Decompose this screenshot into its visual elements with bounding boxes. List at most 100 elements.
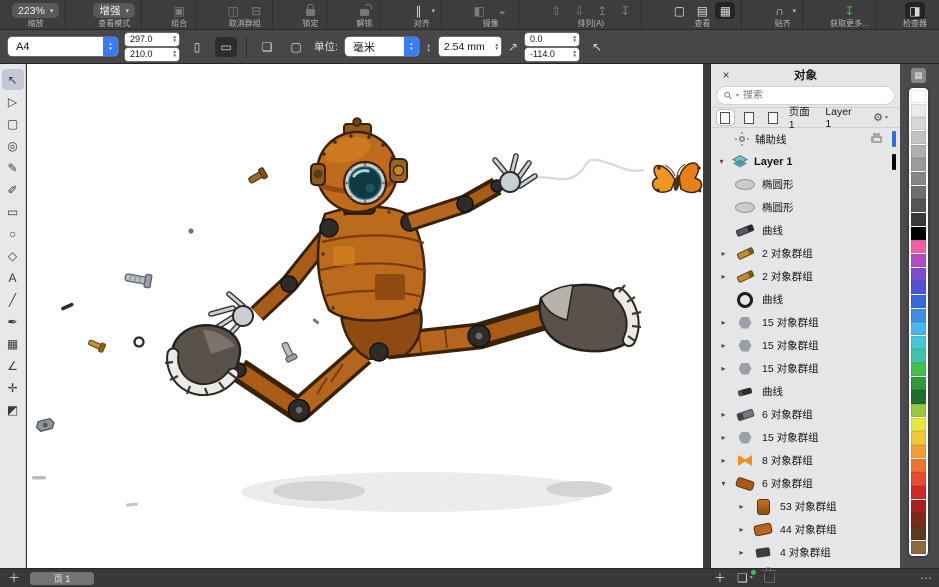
color-swatch[interactable] [911,472,926,486]
page-tab[interactable]: 页 1 [30,571,95,585]
pen-tool[interactable]: ✒ [2,311,24,332]
color-swatch[interactable] [911,212,926,227]
layer-color-chip[interactable] [892,153,896,170]
color-swatch[interactable] [911,308,926,322]
current-layer-label[interactable]: Layer 1 [825,106,860,130]
eyedropper-tool[interactable]: ✛ [2,377,24,398]
object-row[interactable]: ▸ 8 对象群组 [711,449,900,472]
current-page-label[interactable]: 页面 1 [789,104,819,131]
duplicate-y-field[interactable]: -114.0 ▲ ▼ [524,47,579,61]
zoom-level-dropdown[interactable]: 223% ▾ [12,3,60,18]
caret-down-icon[interactable]: ▾ [717,157,726,166]
dimension-tool[interactable]: ∠ [2,355,24,376]
color-swatch[interactable] [911,445,926,459]
freehand-tool[interactable]: ✎ [2,157,24,178]
caret-right-icon[interactable]: ▸ [719,249,728,258]
artistic-media-tool[interactable]: ✐ [2,179,24,200]
treat-as-filled-button[interactable]: ↖ [586,37,608,57]
color-swatch[interactable] [911,363,926,377]
color-swatch[interactable] [911,540,926,554]
object-row[interactable]: ▸ 15 对象群组 [711,426,900,449]
caret-right-icon[interactable]: ▸ [719,272,728,281]
color-swatch[interactable] [911,294,926,308]
caret-right-icon[interactable]: ▸ [737,525,746,534]
portrait-button[interactable]: ▯ [186,37,208,57]
object-row[interactable]: 椭圆形 [711,173,900,196]
caret-right-icon[interactable]: ▸ [737,548,746,557]
units-select[interactable]: 毫米 ▴ ▾ [344,37,419,56]
close-icon[interactable]: × [719,68,733,82]
color-swatch[interactable] [911,171,926,186]
ellipse-tool[interactable]: ○ [2,223,24,244]
object-row[interactable]: 曲线 [711,380,900,403]
table-tool[interactable]: ▦ [2,333,24,354]
page-all-sizes-button[interactable]: ❏ [256,37,278,57]
color-swatch[interactable] [911,335,926,349]
color-swatch[interactable] [911,185,926,199]
shape-tool[interactable]: ▷ [2,91,24,112]
object-row[interactable]: ▸ 2 对象群组 [711,242,900,265]
stepper-icon[interactable]: ▲ ▼ [494,42,498,51]
color-swatch[interactable] [911,253,926,268]
show-layers-button[interactable] [765,110,782,125]
object-row[interactable]: ▸ 15 对象群组 [711,357,900,380]
color-swatch[interactable] [911,117,926,131]
guides-color-chip[interactable] [892,131,896,147]
pixels-view-button[interactable]: ▦ [715,2,736,19]
palette-options-icon[interactable]: ▦ [911,68,926,83]
color-swatch[interactable] [911,404,926,418]
color-swatch[interactable] [911,431,926,445]
rectangle-tool[interactable]: ▭ [2,201,24,222]
color-swatch[interactable] [911,199,926,213]
align-button[interactable]: ∥ [409,2,429,19]
color-swatch[interactable] [911,144,926,158]
line-tool[interactable]: ╱ [2,289,24,310]
caret-right-icon[interactable]: ▸ [719,410,728,419]
show-pages-and-layers-button[interactable] [717,110,734,125]
object-row[interactable]: ▸ 53 对象群组 [711,495,900,518]
layer-manager-button[interactable]: ❏ ▾ [737,570,756,584]
page-width-field[interactable]: 297.0 ▲ ▼ [125,32,179,46]
caret-right-icon[interactable]: ▸ [719,456,728,465]
delete-button[interactable] [762,567,777,583]
object-row[interactable]: ▸ 4 对象群组 [711,541,900,564]
caret-right-icon[interactable]: ▸ [719,341,728,350]
color-swatch[interactable] [911,130,926,145]
landscape-button[interactable]: ▭ [215,36,237,57]
guides-row[interactable]: 辅助线 [711,128,900,150]
caret-right-icon[interactable]: ▸ [719,364,728,373]
printer-icon[interactable] [871,132,882,143]
color-swatch[interactable] [911,267,926,281]
object-row[interactable]: 曲线 [711,219,900,242]
more-options-button[interactable]: ⋯ [920,571,933,585]
page-size-select[interactable]: A4 ▴ ▾ [8,37,118,56]
color-swatch[interactable] [911,527,926,541]
color-swatch[interactable] [911,376,926,390]
caret-right-icon[interactable]: ▸ [719,318,728,327]
drawing-canvas[interactable] [27,64,703,568]
object-row[interactable]: ▸ 15 对象群组 [711,311,900,334]
stepper-icon[interactable]: ▲ ▼ [173,34,177,43]
color-swatch[interactable] [911,458,926,472]
new-layer-button[interactable]: ＋ [714,572,726,584]
zoom-tool[interactable]: ◎ [2,135,24,156]
color-swatch[interactable] [911,513,926,527]
inspector-button[interactable]: ◨ [904,2,925,19]
color-swatch[interactable] [911,390,926,404]
object-row[interactable]: ▸ 2 对象群组 [711,265,900,288]
page-view-button[interactable]: ▢ [669,2,689,19]
caret-down-icon[interactable]: ▾ [719,479,728,488]
snap-magnet-button[interactable]: ∩ [770,2,790,19]
search-input[interactable] [742,90,887,101]
stepper-icon[interactable]: ▲ ▼ [573,49,577,58]
caret-right-icon[interactable]: ▸ [719,433,728,442]
object-row[interactable]: 椭圆形 [711,196,900,219]
page-current-size-button[interactable]: ▢ [285,37,307,57]
color-swatch[interactable] [911,322,926,336]
stepper-icon[interactable]: ▲ ▼ [173,49,177,58]
fill-tool[interactable]: ◩ [2,399,24,420]
color-swatch[interactable] [911,90,926,104]
text-tool[interactable]: A [2,267,24,288]
nudge-field[interactable]: 2.54 mm ▲ ▼ [438,37,501,56]
color-swatch[interactable] [911,240,926,254]
